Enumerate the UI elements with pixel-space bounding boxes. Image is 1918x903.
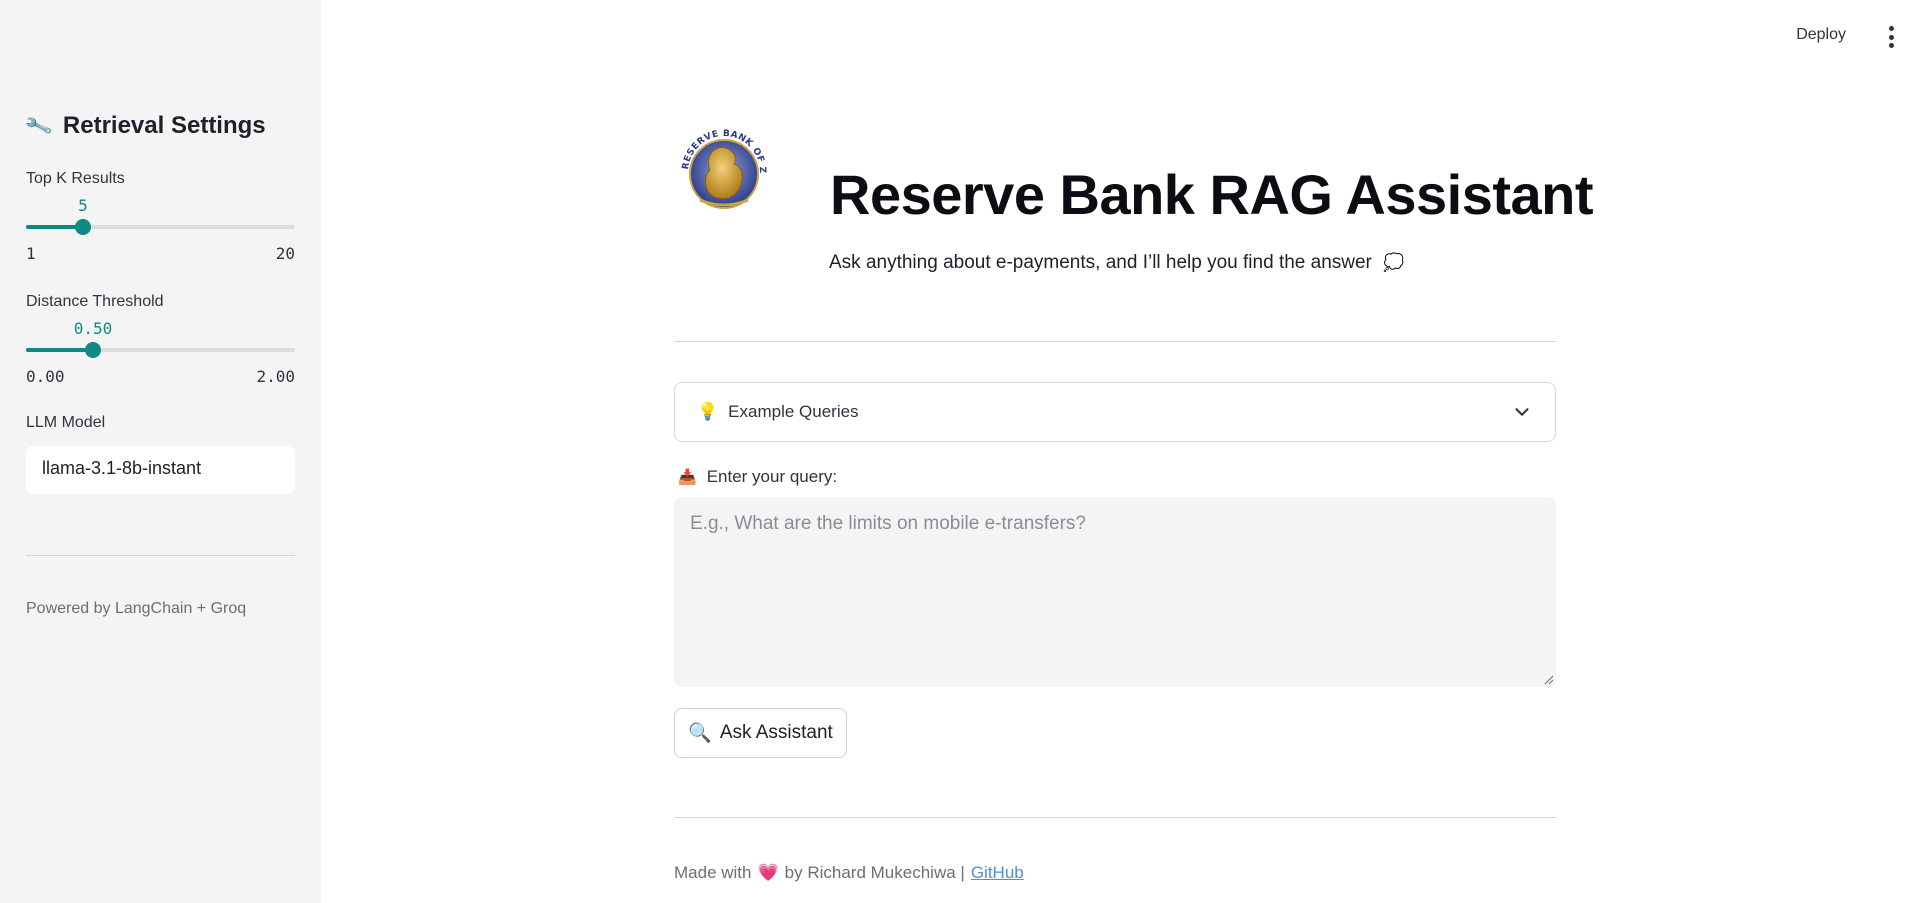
footer-author: by Richard Mukechiwa | xyxy=(784,863,965,882)
sidebar-footer: Powered by LangChain + Groq xyxy=(26,600,247,617)
top-k-value: 5 xyxy=(78,196,88,215)
sidebar: 🔧 Retrieval Settings Top K Results 5 1 2… xyxy=(0,0,321,903)
heart-icon: 💗 xyxy=(757,863,779,882)
top-k-slider-block: Top K Results 5 1 20 xyxy=(26,170,295,270)
top-k-min: 1 xyxy=(26,244,36,263)
distance-slider-block: Distance Threshold 0.50 0.00 2.00 xyxy=(26,293,295,393)
query-label-text: Enter your query: xyxy=(706,467,838,486)
llm-model-label: LLM Model xyxy=(26,414,106,431)
header-divider xyxy=(674,341,1556,342)
top-k-slider-thumb[interactable] xyxy=(75,219,91,235)
distance-slider-fill xyxy=(26,348,93,352)
llm-model-field[interactable]: llama-3.1-8b-instant xyxy=(26,446,295,494)
ask-assistant-label: Ask Assistant xyxy=(719,722,833,743)
distance-slider[interactable] xyxy=(26,342,295,358)
top-k-max: 20 xyxy=(275,244,295,263)
sidebar-title: 🔧 Retrieval Settings xyxy=(23,112,266,141)
distance-slider-thumb[interactable] xyxy=(85,342,101,358)
subtitle-text: Ask anything about e-payments, and I’ll … xyxy=(829,252,1372,273)
ask-assistant-button[interactable]: 🔍 Ask Assistant xyxy=(674,708,847,758)
sidebar-divider xyxy=(26,555,295,556)
query-input[interactable] xyxy=(674,497,1556,687)
distance-min: 0.00 xyxy=(26,367,65,386)
kebab-menu-icon[interactable] xyxy=(1886,26,1896,48)
deploy-button[interactable]: Deploy xyxy=(1796,26,1846,44)
query-label: 📥 Enter your query: xyxy=(678,467,837,487)
footer-divider xyxy=(674,817,1556,818)
example-queries-label: Example Queries xyxy=(728,402,859,421)
resize-handle-icon[interactable] xyxy=(1544,675,1554,685)
distance-max: 2.00 xyxy=(256,367,295,386)
top-k-slider[interactable] xyxy=(26,219,295,235)
page-title: Reserve Bank RAG Assistant xyxy=(830,163,1594,226)
distance-value: 0.50 xyxy=(73,319,113,338)
inbox-tray-icon: 📥 xyxy=(678,469,697,486)
kebab-dot xyxy=(1888,43,1894,48)
distance-label: Distance Threshold xyxy=(26,293,164,310)
page-footer: Made with 💗 by Richard Mukechiwa | GitHu… xyxy=(674,863,1024,883)
wrench-icon: 🔧 xyxy=(23,111,55,142)
kebab-dot xyxy=(1888,26,1894,31)
footer-prefix: Made with xyxy=(674,863,752,882)
lightbulb-icon: 💡 xyxy=(697,402,719,421)
reserve-bank-logo: RESERVE BANK OF ZIMBABWE xyxy=(669,115,774,222)
page-subtitle: Ask anything about e-payments, and I’ll … xyxy=(829,252,1404,274)
github-link[interactable]: GitHub xyxy=(971,863,1024,883)
thought-bubble-icon: 💭 xyxy=(1383,253,1405,272)
kebab-dot xyxy=(1888,34,1894,40)
chevron-down-icon xyxy=(1515,408,1529,416)
magnifier-icon: 🔍 xyxy=(688,723,712,744)
example-queries-expander[interactable]: 💡 Example Queries xyxy=(674,382,1556,442)
sidebar-title-text: Retrieval Settings xyxy=(62,112,266,139)
top-k-label: Top K Results xyxy=(26,170,125,187)
